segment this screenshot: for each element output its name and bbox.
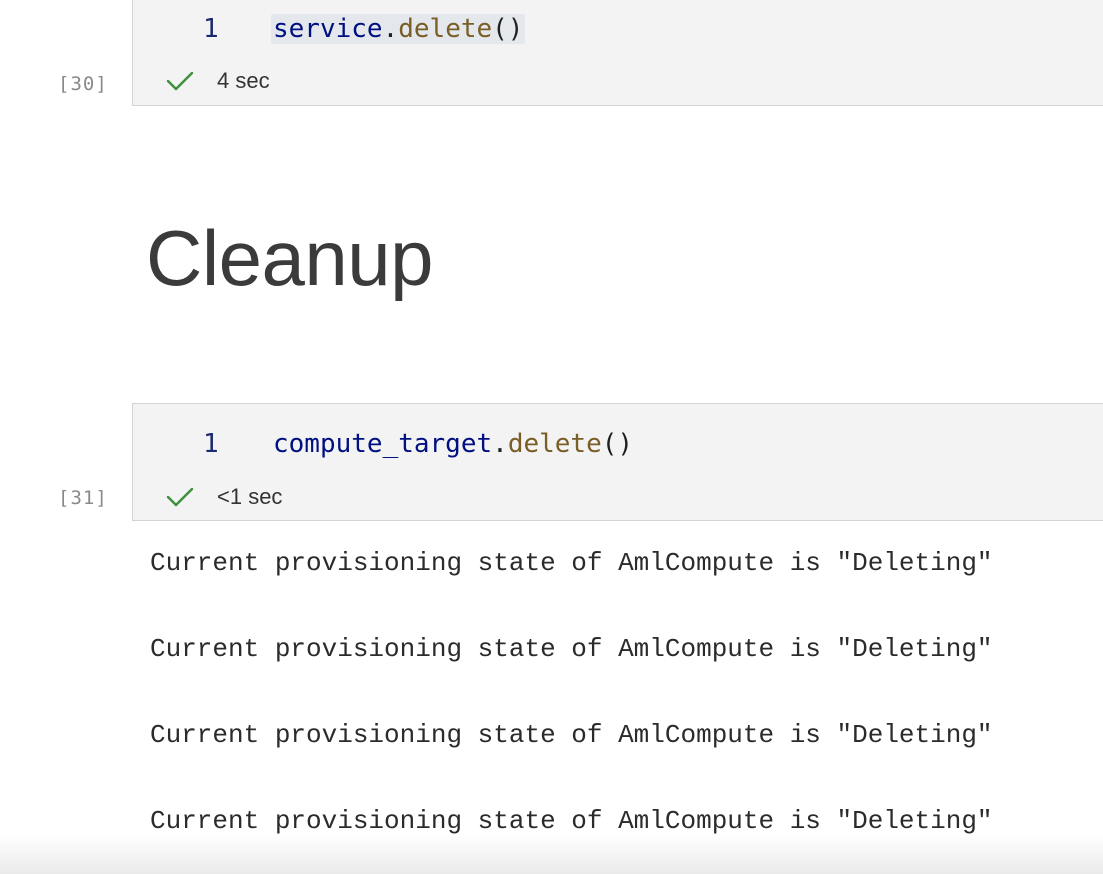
- output-line: Current provisioning state of AmlCompute…: [150, 548, 993, 578]
- code-method: delete: [507, 429, 602, 459]
- code-object: compute_target: [273, 429, 493, 459]
- bottom-scroll-shadow: [0, 834, 1103, 874]
- line-number: 1: [203, 429, 219, 459]
- code-cell-31[interactable]: 1 compute_target.delete() <1 sec: [132, 403, 1103, 521]
- code-dot: .: [492, 429, 508, 459]
- code-parens: (): [492, 14, 524, 44]
- cell-status: <1 sec: [165, 482, 282, 512]
- markdown-heading: Cleanup: [146, 214, 434, 302]
- notebook-page: [30] 1 service.delete() 4 sec Cleanup [3…: [0, 0, 1103, 874]
- execution-count-30: [30]: [58, 73, 108, 95]
- code-dot: .: [382, 14, 399, 44]
- line-number: 1: [203, 14, 219, 44]
- output-line: Current provisioning state of AmlCompute…: [150, 720, 993, 750]
- code-parens: (): [601, 429, 634, 459]
- check-icon: [165, 482, 195, 512]
- execution-count-31: [31]: [58, 487, 108, 509]
- code-method: delete: [398, 14, 493, 44]
- output-line: Current provisioning state of AmlCompute…: [150, 634, 993, 664]
- code-line[interactable]: service.delete(): [271, 14, 526, 44]
- cell-status: 4 sec: [165, 66, 270, 96]
- code-object: service: [273, 14, 383, 44]
- execution-duration: 4 sec: [217, 68, 270, 93]
- execution-duration: <1 sec: [217, 484, 283, 509]
- check-icon: [165, 66, 195, 96]
- code-cell-30[interactable]: 1 service.delete() 4 sec: [132, 0, 1103, 106]
- cell-output: Current provisioning state of AmlCompute…: [150, 540, 993, 874]
- code-line[interactable]: compute_target.delete(): [273, 429, 633, 459]
